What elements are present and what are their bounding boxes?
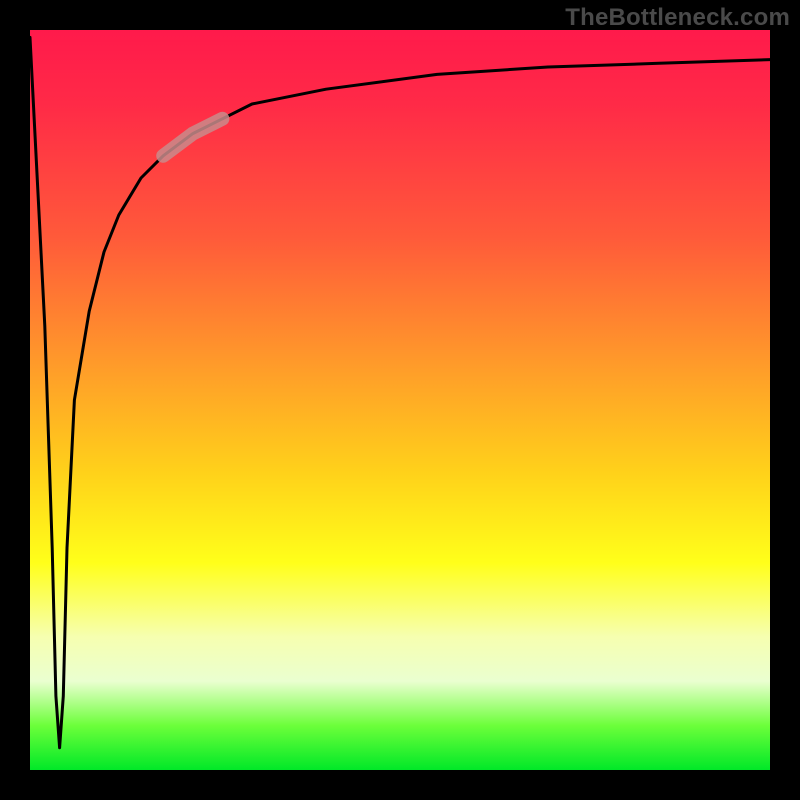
plot-area: [30, 30, 770, 770]
watermark-text: TheBottleneck.com: [565, 4, 790, 32]
highlight-segment: [163, 119, 222, 156]
main-curve: [30, 37, 770, 747]
curve-svg: [30, 30, 770, 770]
chart-frame: TheBottleneck.com: [0, 0, 800, 800]
